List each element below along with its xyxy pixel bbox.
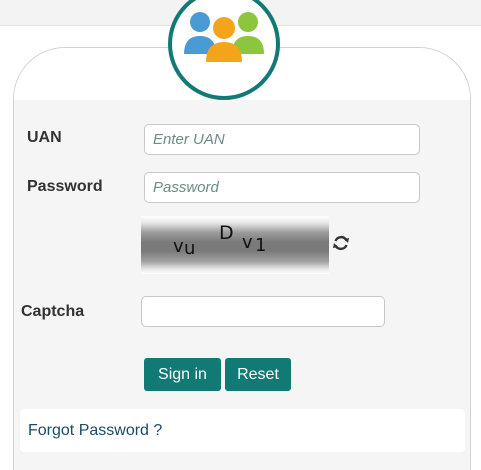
captcha-char: v bbox=[173, 236, 184, 257]
captcha-image: v u D v 1 bbox=[141, 216, 329, 274]
captcha-input[interactable] bbox=[141, 296, 385, 327]
users-group-icon bbox=[168, 0, 280, 100]
captcha-char: v bbox=[242, 232, 253, 253]
forgot-password-box: Forgot Password ? bbox=[20, 409, 465, 452]
sign-in-button[interactable]: Sign in bbox=[144, 358, 221, 391]
captcha-char: u bbox=[184, 238, 196, 259]
forgot-password-link[interactable]: Forgot Password ? bbox=[28, 422, 162, 440]
reset-button[interactable]: Reset bbox=[225, 358, 291, 391]
uan-label: UAN bbox=[27, 129, 62, 146]
captcha-label: Captcha bbox=[21, 303, 85, 320]
refresh-icon[interactable] bbox=[331, 233, 351, 253]
password-input[interactable] bbox=[144, 172, 420, 203]
captcha-char: D bbox=[219, 222, 234, 244]
password-label: Password bbox=[27, 178, 103, 195]
uan-input[interactable] bbox=[144, 124, 420, 155]
captcha-char: 1 bbox=[255, 235, 267, 256]
